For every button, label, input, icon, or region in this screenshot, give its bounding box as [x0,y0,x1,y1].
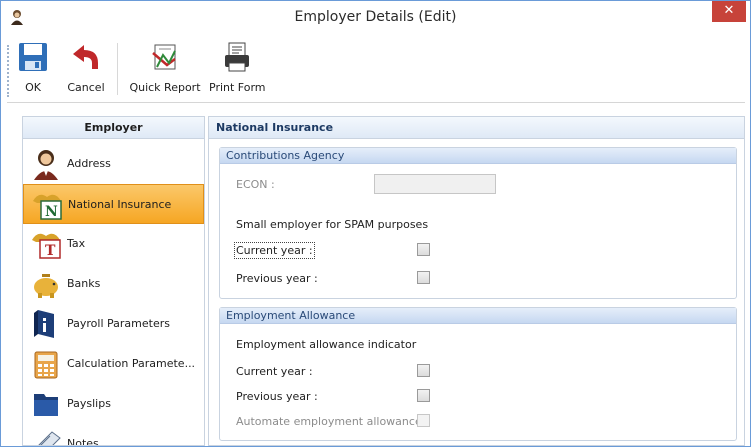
payroll-parameters-icon [34,310,54,338]
title-bar[interactable]: Employer Details (Edit) ✕ [1,1,750,33]
econ-label: ECON : [236,178,275,191]
print-form-button[interactable]: Print Form [209,37,266,99]
panel-title: National Insurance [209,117,744,139]
spam-heading: Small employer for SPAM purposes [236,218,429,231]
nav-item-label: Calculation Paramete... [67,357,196,370]
employment-allowance-group: Employment Allowance Employment allowanc… [219,307,737,441]
nav-item-national-insurance[interactable]: N National Insurance [23,184,204,224]
group-title: Contributions Agency [220,148,736,164]
print-form-icon [225,42,249,72]
svg-text:N: N [45,204,58,220]
employer-nav: Employer Address N National Insurance T … [22,116,205,446]
automate-allowance-label: Automate employment allowance : [236,415,429,428]
nav-item-tax[interactable]: T Tax [23,224,204,264]
tax-icon: T [32,233,61,259]
close-button[interactable]: ✕ [712,1,746,22]
nav-item-label: Banks [67,277,101,290]
ca-current-year-checkbox[interactable] [417,243,430,256]
person-address-icon [34,150,58,180]
print-form-label: Print Form [209,81,266,94]
save-disk-icon [19,43,47,71]
national-insurance-panel: National Insurance Contributions Agency … [208,116,745,446]
ea-previous-year-label: Previous year : [236,390,318,403]
quick-report-button[interactable]: Quick Report [123,37,207,99]
nav-item-notes[interactable]: Notes [23,424,204,446]
nav-item-banks[interactable]: Banks [23,264,204,304]
indicator-heading: Employment allowance indicator [236,338,417,351]
econ-input[interactable] [374,174,496,194]
notes-icon [38,431,61,445]
ca-current-year-label: Current year : [234,242,315,259]
cancel-button[interactable]: Cancel [63,37,109,99]
national-insurance-icon: N [33,194,62,220]
nav-item-label: Tax [67,237,86,250]
calculator-icon [34,351,58,379]
ok-label: OK [25,81,41,94]
ok-button[interactable]: OK [15,37,51,99]
employer-details-window: Employer Details (Edit) ✕ OK Cancel Quic… [0,0,751,447]
nav-item-label: National Insurance [68,198,172,211]
nav-item-label: Payroll Parameters [67,317,170,330]
toolbar-grip[interactable] [7,45,10,97]
ea-current-year-label: Current year : [236,365,313,378]
quick-report-icon [152,44,176,70]
nav-item-label: Notes [67,437,99,446]
toolbar: OK Cancel Quick Report Print Form [7,33,745,103]
quick-report-label: Quick Report [129,81,201,94]
nav-item-label: Payslips [67,397,111,410]
nav-item-payslips[interactable]: Payslips [23,384,204,424]
folder-icon [34,394,58,416]
nav-item-address[interactable]: Address [23,144,204,184]
ea-previous-year-checkbox[interactable] [417,389,430,402]
automate-allowance-checkbox[interactable] [417,414,430,427]
undo-arrow-icon [73,45,98,69]
ea-current-year-checkbox[interactable] [417,364,430,377]
contributions-agency-group: Contributions Agency ECON : Small employ… [219,147,737,299]
group-title: Employment Allowance [220,308,736,324]
nav-item-calculation-parameters[interactable]: Calculation Paramete... [23,344,204,384]
toolbar-separator [117,43,118,95]
ca-previous-year-label: Previous year : [236,272,318,285]
ca-previous-year-checkbox[interactable] [417,271,430,284]
cancel-label: Cancel [67,81,105,94]
nav-header: Employer [23,117,204,139]
piggy-bank-icon [34,274,58,298]
nav-item-payroll-parameters[interactable]: Payroll Parameters [23,304,204,344]
window-title: Employer Details (Edit) [294,9,457,25]
svg-text:T: T [45,243,56,259]
nav-item-label: Address [67,157,111,170]
